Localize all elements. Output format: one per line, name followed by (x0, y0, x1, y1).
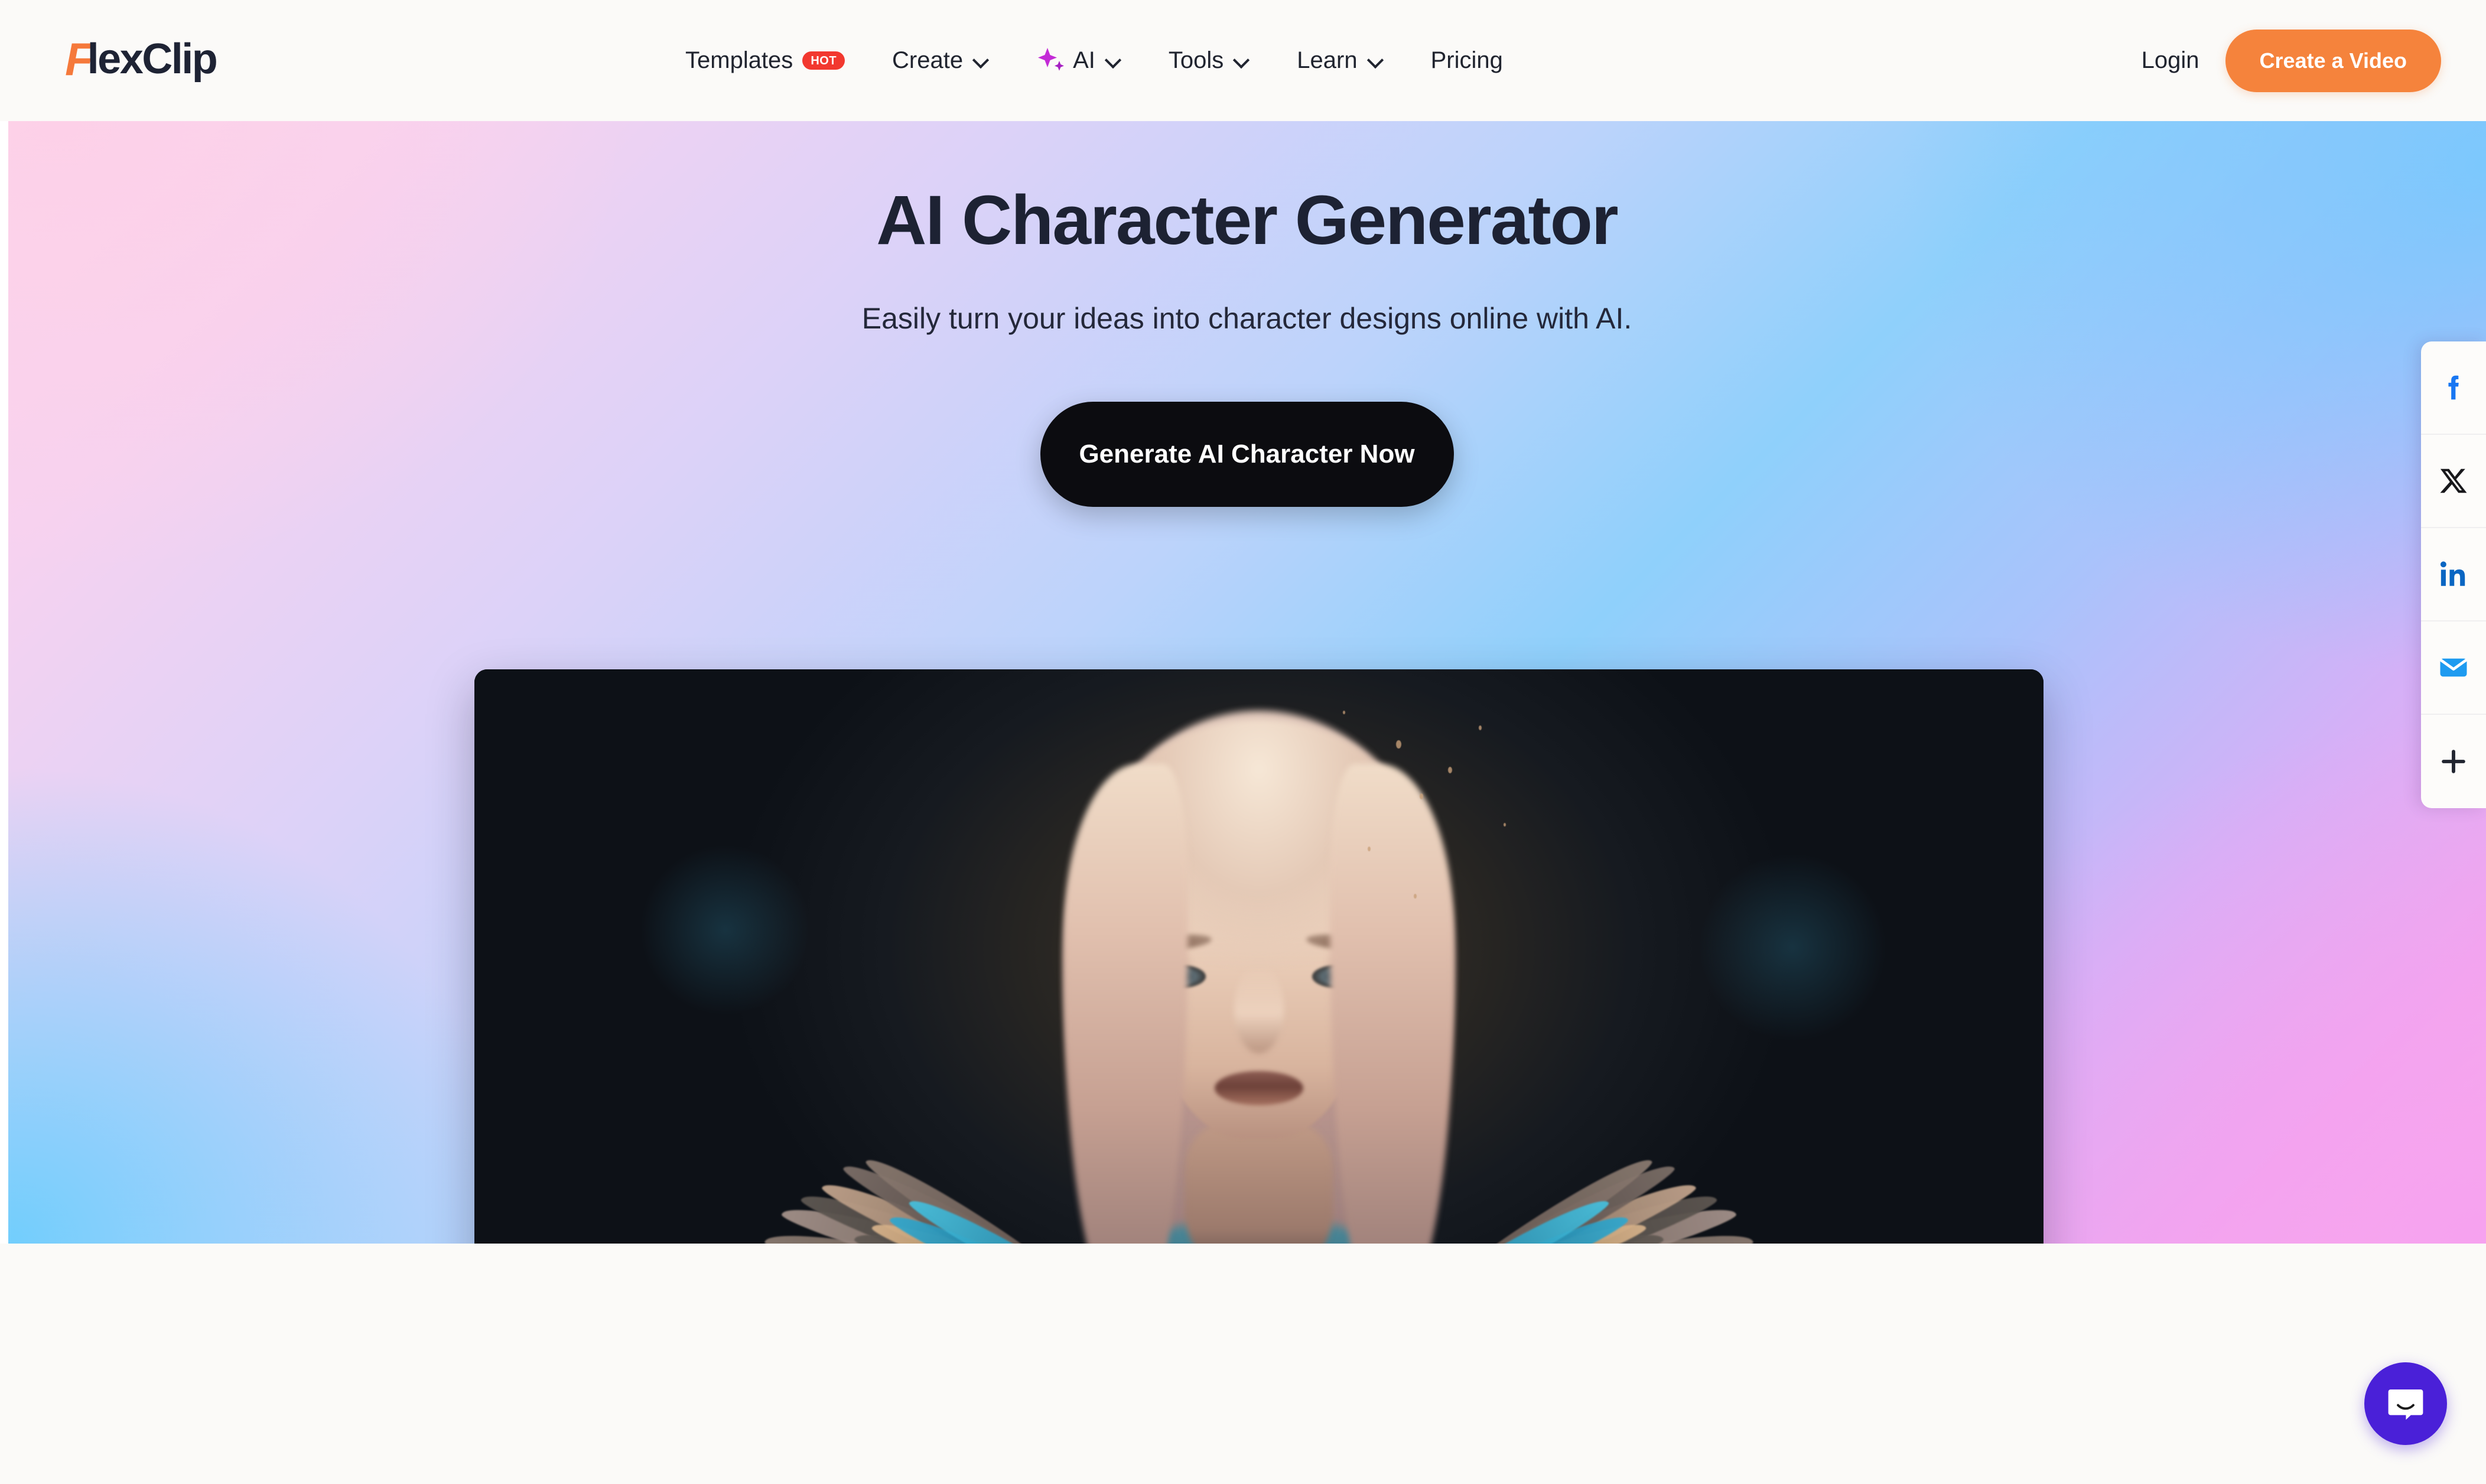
email-icon (2439, 658, 2468, 677)
left-white-strip (0, 121, 8, 1244)
x-twitter-icon (2440, 468, 2467, 493)
right-wing-illustration (1417, 705, 2032, 1244)
below-fold-section (0, 1244, 2486, 1484)
social-share-rail (2421, 341, 2486, 808)
logo-wordmark: lexClip (87, 35, 218, 83)
hero-section: AI Character Generator Easily turn your … (8, 121, 2486, 1244)
chat-widget-button[interactable] (2364, 1362, 2447, 1445)
main-navigation: Templates HOT Create AI Tools Learn Pric… (662, 0, 1527, 121)
nav-item-learn[interactable]: Learn (1273, 47, 1407, 74)
nav-item-tools[interactable]: Tools (1145, 47, 1273, 74)
nav-item-templates[interactable]: Templates HOT (662, 47, 868, 74)
hot-badge: HOT (802, 51, 845, 70)
chevron-down-icon (1106, 53, 1121, 69)
site-header: F lexClip Templates HOT Create AI Tools … (0, 0, 2486, 121)
header-actions: Login Create a Video (2116, 0, 2441, 121)
lips (1215, 1071, 1303, 1105)
share-x-button[interactable] (2421, 435, 2486, 528)
hair-strand-left (1064, 764, 1188, 1244)
nav-item-pricing[interactable]: Pricing (1407, 47, 1527, 74)
left-wing-illustration (486, 705, 1101, 1244)
nav-item-ai[interactable]: AI (1013, 47, 1145, 75)
share-more-button[interactable] (2421, 715, 2486, 808)
chevron-down-icon (1234, 53, 1249, 69)
nav-label-learn: Learn (1297, 47, 1358, 73)
character-portrait (1052, 687, 1466, 1244)
generate-ai-character-now-button[interactable]: Generate AI Character Now (1040, 402, 1454, 507)
nav-label-create: Create (892, 47, 964, 73)
hero-artwork (474, 669, 2044, 1244)
character-neck (1185, 1121, 1333, 1244)
facebook-icon (2448, 375, 2459, 400)
create-a-video-button[interactable]: Create a Video (2225, 29, 2441, 92)
share-linkedin-button[interactable] (2421, 528, 2486, 621)
nav-label-ai: AI (1073, 47, 1095, 73)
intercom-chat-icon (2388, 1389, 2423, 1420)
linkedin-icon (2440, 561, 2465, 586)
nav-label-templates: Templates (685, 47, 793, 73)
login-link[interactable]: Login (2116, 47, 2225, 74)
hero-subtitle: Easily turn your ideas into character de… (861, 302, 1632, 335)
hair-strand-right (1330, 764, 1454, 1244)
flexclip-logo[interactable]: F lexClip (65, 30, 218, 89)
nose (1234, 965, 1284, 1053)
plus-icon (2442, 750, 2465, 773)
share-email-button[interactable] (2421, 621, 2486, 715)
chevron-down-icon (1368, 53, 1384, 69)
chevron-down-icon (974, 53, 989, 69)
share-facebook-button[interactable] (2421, 341, 2486, 435)
sparkle-icon (1038, 47, 1065, 71)
nav-label-pricing: Pricing (1430, 47, 1503, 73)
preview-card: Describe the Character you want to gener… (474, 669, 2044, 1244)
nav-label-tools: Tools (1168, 47, 1224, 73)
page-title: AI Character Generator (876, 181, 1618, 259)
nav-item-create[interactable]: Create (868, 47, 1013, 74)
